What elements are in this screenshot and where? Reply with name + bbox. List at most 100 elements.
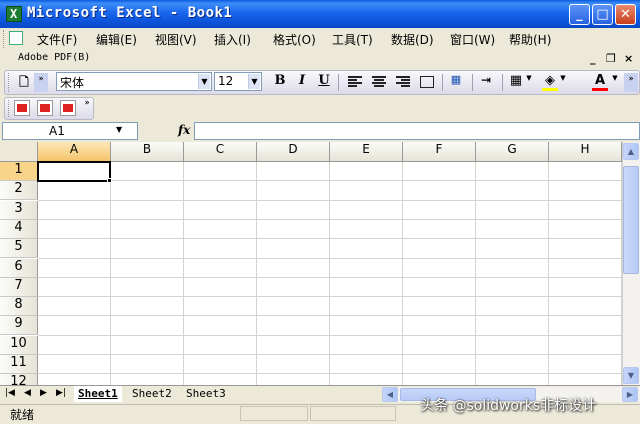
select-all-corner[interactable]	[0, 142, 38, 162]
grid-column-line	[329, 162, 330, 385]
column-header-c[interactable]: C	[184, 142, 257, 162]
row-header-7[interactable]: 7	[0, 277, 38, 297]
grid-row-line	[38, 296, 622, 298]
row-header-5[interactable]: 5	[0, 239, 38, 259]
insert-function-button[interactable]: fx	[178, 123, 190, 137]
scroll-left-icon[interactable]: ◀	[382, 387, 398, 402]
toolbar-grip-handle[interactable]	[8, 73, 11, 92]
grid-row-line	[38, 238, 622, 240]
chevron-down-icon[interactable]: ▼	[524, 73, 534, 92]
menu-grip-handle[interactable]	[3, 30, 6, 48]
row-header-9[interactable]: 9	[0, 316, 38, 336]
menu-data[interactable]: 数据(D)	[391, 31, 434, 48]
row-header-2[interactable]: 2	[0, 181, 38, 201]
doc-minimize-button[interactable]: _	[590, 52, 596, 65]
chevron-down-icon[interactable]: ▼	[198, 74, 210, 89]
last-sheet-icon[interactable]: ▶|	[56, 388, 66, 398]
align-left-icon[interactable]	[348, 76, 362, 88]
menu-edit[interactable]: 编辑(E)	[96, 31, 137, 48]
column-header-b[interactable]: B	[111, 142, 184, 162]
chevron-down-icon[interactable]: ▼	[610, 73, 620, 92]
grid-row-line	[38, 354, 622, 355]
menu-view[interactable]: 视图(V)	[155, 31, 197, 48]
convert-and-email-pdf-icon[interactable]	[37, 100, 53, 116]
fill-handle[interactable]	[107, 178, 112, 183]
row-header-8[interactable]: 8	[0, 297, 38, 317]
increase-indent-icon[interactable]: ⇥	[476, 73, 496, 92]
grid-row-line	[38, 218, 622, 220]
grid-row-line	[38, 373, 622, 375]
merge-center-icon[interactable]	[420, 76, 434, 88]
align-right-icon[interactable]	[396, 76, 410, 88]
column-header-e[interactable]: E	[330, 142, 403, 162]
column-header-a[interactable]: A	[38, 142, 111, 162]
font-name-value: 宋体	[60, 76, 85, 90]
document-icon[interactable]	[9, 31, 23, 45]
menu-format[interactable]: 格式(O)	[273, 31, 316, 48]
tab-sheet3[interactable]: Sheet3	[182, 386, 230, 402]
formula-input[interactable]	[194, 122, 640, 140]
toolbar-options-chevron-icon[interactable]: »	[82, 97, 92, 116]
menu-file[interactable]: 文件(F)	[37, 31, 77, 48]
toolbar-separator	[442, 74, 443, 91]
next-sheet-icon[interactable]: ▶	[40, 388, 47, 398]
row-header-4[interactable]: 4	[0, 219, 38, 239]
chevron-down-icon[interactable]: ▼	[116, 125, 122, 134]
maximize-button[interactable]: □	[592, 4, 613, 25]
font-name-select[interactable]: 宋体 ▼	[56, 72, 212, 91]
doc-restore-button[interactable]: ❐	[606, 52, 616, 65]
italic-button[interactable]: I	[292, 73, 312, 92]
grid-row-line	[38, 276, 622, 278]
currency-icon[interactable]: ▦	[446, 73, 466, 92]
tab-sheet1[interactable]: Sheet1	[74, 386, 122, 402]
font-size-select[interactable]: 12 ▼	[214, 72, 262, 91]
row-header-3[interactable]: 3	[0, 200, 38, 220]
menu-adobe-pdf[interactable]: Adobe PDF(B)	[18, 52, 90, 63]
scroll-up-icon[interactable]: ▲	[623, 143, 639, 160]
chevron-down-icon[interactable]: ▼	[558, 73, 568, 92]
convert-to-pdf-icon[interactable]	[14, 100, 30, 116]
column-header-d[interactable]: D	[257, 142, 330, 162]
close-button[interactable]: ✕	[615, 4, 636, 25]
underline-button[interactable]: U	[314, 73, 334, 92]
convert-and-review-pdf-icon[interactable]	[60, 100, 76, 116]
borders-icon[interactable]: ▦	[506, 73, 526, 92]
tab-sheet2[interactable]: Sheet2	[128, 386, 176, 402]
minimize-button[interactable]: _	[569, 4, 590, 25]
title-bar[interactable]: Microsoft Excel - Book1 _ □ ✕	[0, 0, 640, 28]
column-header-f[interactable]: F	[403, 142, 476, 162]
menu-insert[interactable]: 插入(I)	[214, 31, 251, 48]
pdf-menu-row	[0, 50, 640, 68]
doc-close-button[interactable]: ×	[624, 52, 633, 65]
menu-tools[interactable]: 工具(T)	[332, 31, 373, 48]
worksheet-grid[interactable]: A B C D E F G H 1 2 3 4 5 6 7 8 9 10 11 12	[0, 142, 622, 385]
excel-app-icon[interactable]	[6, 6, 22, 22]
row-header-11[interactable]: 11	[0, 355, 38, 374]
bold-button[interactable]: B	[270, 73, 290, 92]
window-title: Microsoft Excel - Book1	[27, 5, 233, 21]
align-center-icon[interactable]	[372, 76, 386, 88]
row-header-12[interactable]: 12	[0, 374, 38, 385]
scroll-down-icon[interactable]: ▼	[623, 367, 639, 384]
scroll-right-icon[interactable]: ▶	[622, 387, 638, 402]
prev-sheet-icon[interactable]: ◀	[24, 388, 31, 398]
active-cell-a1[interactable]	[37, 161, 111, 182]
vertical-scroll-thumb[interactable]	[623, 166, 639, 274]
toolbar-grip-handle[interactable]	[8, 100, 11, 117]
row-header-6[interactable]: 6	[0, 258, 38, 278]
toolbar-options-chevron-icon[interactable]: »	[624, 73, 638, 92]
chevron-down-icon[interactable]: ▼	[248, 74, 260, 89]
status-text: 就绪	[10, 408, 35, 422]
first-sheet-icon[interactable]: |◀	[5, 388, 15, 398]
column-header-g[interactable]: G	[476, 142, 549, 162]
row-header-10[interactable]: 10	[0, 335, 38, 355]
row-header-1[interactable]: 1	[0, 162, 38, 181]
toolbar-options-chevron-icon[interactable]: »	[34, 73, 48, 92]
name-box-value: A1	[49, 124, 65, 138]
column-header-h[interactable]: H	[549, 142, 622, 162]
menu-window[interactable]: 窗口(W)	[450, 31, 495, 48]
menu-help[interactable]: 帮助(H)	[509, 31, 551, 48]
grid-row-line	[38, 180, 622, 182]
new-document-icon[interactable]: 🗋	[14, 73, 34, 92]
watermark-text: 头条 @solidworks非标设计	[420, 398, 597, 414]
